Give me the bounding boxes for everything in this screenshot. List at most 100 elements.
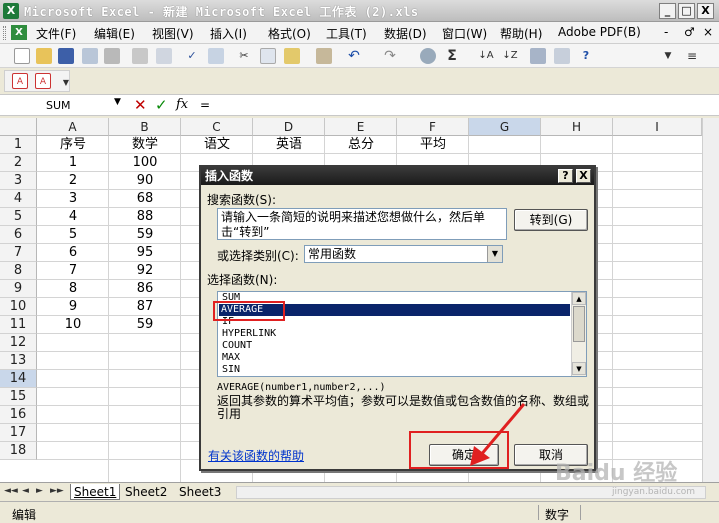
function-list-scrollbar[interactable]: ▲ ▼ <box>571 292 586 376</box>
cell-a3[interactable]: 2 <box>37 172 109 190</box>
first-sheet-icon[interactable]: ◄◄ <box>4 486 18 496</box>
menu-file[interactable]: 文件(F) <box>36 25 76 42</box>
list-item[interactable]: COUNT <box>220 340 570 352</box>
list-item[interactable]: SIN <box>220 364 570 376</box>
help-icon[interactable]: ? <box>578 48 594 64</box>
sort-descending-icon[interactable]: ↓Z <box>502 48 518 64</box>
row-header-15[interactable]: 15 <box>0 388 37 406</box>
copy-icon[interactable] <box>260 48 276 64</box>
row-header-8[interactable]: 8 <box>0 262 37 280</box>
column-header-c[interactable]: C <box>181 118 253 136</box>
print-preview-icon[interactable] <box>156 48 172 64</box>
drawing-icon[interactable] <box>554 48 570 64</box>
cell-b10[interactable]: 87 <box>109 298 181 316</box>
save-icon[interactable] <box>58 48 74 64</box>
scroll-down-icon[interactable]: ▼ <box>572 362 586 375</box>
cell-b4[interactable]: 68 <box>109 190 181 208</box>
cell-b5[interactable]: 88 <box>109 208 181 226</box>
function-help-link[interactable]: 有关该函数的帮助 <box>208 447 304 464</box>
name-box[interactable]: SUM <box>6 97 126 114</box>
close-button[interactable]: X <box>697 3 714 19</box>
pdf-options-icon[interactable]: ▼ <box>58 75 74 91</box>
row-header-1[interactable]: 1 <box>0 136 37 154</box>
row-header-16[interactable]: 16 <box>0 406 37 424</box>
row-header-7[interactable]: 7 <box>0 244 37 262</box>
paste-icon[interactable] <box>284 48 300 64</box>
cell-b11[interactable]: 59 <box>109 316 181 334</box>
cell-a11[interactable]: 10 <box>37 316 109 334</box>
hyperlink-icon[interactable] <box>420 48 436 64</box>
convert-and-email-icon[interactable]: A <box>35 73 51 89</box>
menu-help[interactable]: 帮助(H) <box>500 25 542 42</box>
dialog-help-button[interactable]: ? <box>558 169 573 183</box>
enter-formula-icon[interactable]: ✓ <box>155 96 168 114</box>
row-header-10[interactable]: 10 <box>0 298 37 316</box>
cell-a10[interactable]: 9 <box>37 298 109 316</box>
format-painter-icon[interactable] <box>316 48 332 64</box>
cell-c1[interactable]: 语文 <box>181 136 253 154</box>
cell-a1[interactable]: 序号 <box>37 136 109 154</box>
minimize-button[interactable]: _ <box>659 3 676 19</box>
row-header-3[interactable]: 3 <box>0 172 37 190</box>
dialog-close-button[interactable]: X <box>576 169 591 183</box>
cell-b9[interactable]: 86 <box>109 280 181 298</box>
convert-to-pdf-icon[interactable]: A <box>12 73 28 89</box>
cell-a5[interactable]: 4 <box>37 208 109 226</box>
search-function-input[interactable]: 请输入一条简短的说明来描述您想做什么，然后单击“转到” <box>217 208 507 240</box>
cell-b8[interactable]: 92 <box>109 262 181 280</box>
column-header-b[interactable]: B <box>109 118 181 136</box>
row-header-18[interactable]: 18 <box>0 442 37 460</box>
permission-icon[interactable] <box>82 48 98 64</box>
tab-sheet1[interactable]: Sheet1 <box>70 484 121 500</box>
maximize-button[interactable]: □ <box>678 3 695 19</box>
spelling-icon[interactable]: ✓ <box>184 48 200 64</box>
row-header-4[interactable]: 4 <box>0 190 37 208</box>
chart-wizard-icon[interactable] <box>530 48 546 64</box>
cell-a9[interactable]: 8 <box>37 280 109 298</box>
research-icon[interactable] <box>208 48 224 64</box>
tab-sheet3[interactable]: Sheet3 <box>176 484 224 500</box>
cell-f1[interactable]: 平均 <box>397 136 469 154</box>
next-sheet-icon[interactable]: ► <box>36 486 43 496</box>
doc-close-button[interactable]: × <box>703 25 713 39</box>
doc-minimize-button[interactable]: - <box>664 25 668 39</box>
toolbar-options-icon[interactable]: ▼ <box>660 48 676 64</box>
row-header-17[interactable]: 17 <box>0 424 37 442</box>
cut-icon[interactable]: ✂ <box>236 48 252 64</box>
column-header-f[interactable]: F <box>397 118 469 136</box>
cell-a4[interactable]: 3 <box>37 190 109 208</box>
menu-adobe-pdf[interactable]: Adobe PDF(B) <box>558 25 641 39</box>
doc-restore-button[interactable]: ♂ <box>684 25 695 39</box>
redo-icon[interactable]: ↷ <box>382 48 398 64</box>
tab-sheet2[interactable]: Sheet2 <box>122 484 170 500</box>
cell-a8[interactable]: 7 <box>37 262 109 280</box>
row-header-5[interactable]: 5 <box>0 208 37 226</box>
cell-d1[interactable]: 英语 <box>253 136 325 154</box>
cell-a7[interactable]: 6 <box>37 244 109 262</box>
scroll-thumb[interactable] <box>573 306 585 342</box>
menu-view[interactable]: 视图(V) <box>152 25 194 42</box>
column-header-g[interactable]: G <box>469 118 541 136</box>
new-icon[interactable] <box>14 48 30 64</box>
list-item[interactable]: MAX <box>220 352 570 364</box>
menu-format[interactable]: 格式(O) <box>268 25 311 42</box>
align-icon[interactable]: ≡ <box>684 48 700 64</box>
cell-a2[interactable]: 1 <box>37 154 109 172</box>
cell-e1[interactable]: 总分 <box>325 136 397 154</box>
column-header-e[interactable]: E <box>325 118 397 136</box>
cell-b2[interactable]: 100 <box>109 154 181 172</box>
go-button[interactable]: 转到(G) <box>514 209 588 231</box>
cancel-formula-icon[interactable]: ✕ <box>134 96 147 114</box>
chevron-down-icon[interactable]: ▼ <box>487 246 502 262</box>
autosum-icon[interactable]: Σ <box>444 48 460 64</box>
column-header-d[interactable]: D <box>253 118 325 136</box>
cell-b3[interactable]: 90 <box>109 172 181 190</box>
prev-sheet-icon[interactable]: ◄ <box>22 486 29 496</box>
sort-ascending-icon[interactable]: ↓A <box>478 48 494 64</box>
menu-data[interactable]: 数据(D) <box>384 25 427 42</box>
row-header-13[interactable]: 13 <box>0 352 37 370</box>
row-header-6[interactable]: 6 <box>0 226 37 244</box>
row-header-11[interactable]: 11 <box>0 316 37 334</box>
insert-function-icon[interactable]: fx <box>176 97 188 112</box>
column-header-i[interactable]: I <box>613 118 702 136</box>
